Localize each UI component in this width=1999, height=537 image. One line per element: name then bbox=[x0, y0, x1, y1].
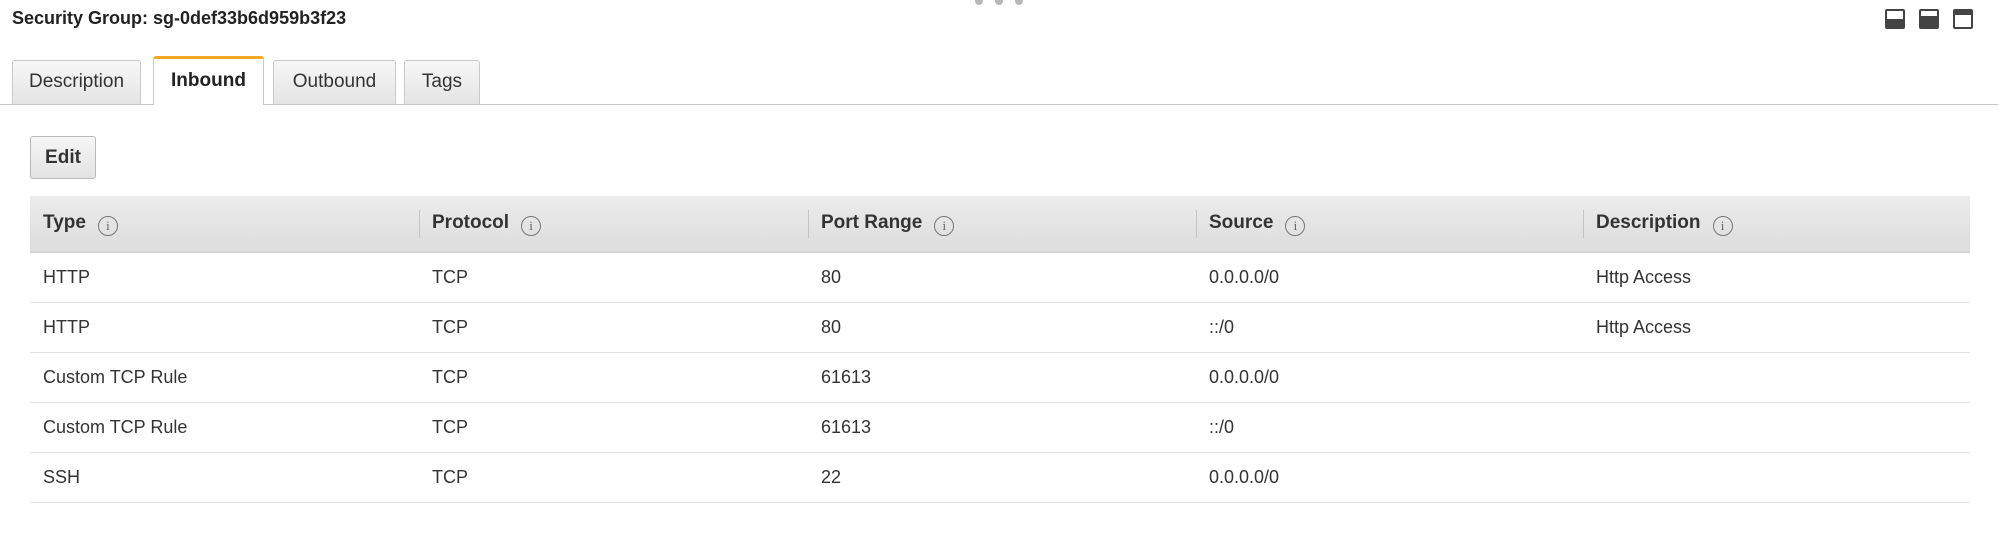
column-header-source[interactable]: Source i bbox=[1196, 196, 1583, 253]
edit-button[interactable]: Edit bbox=[30, 136, 96, 179]
grip-dot bbox=[995, 0, 1003, 5]
table-row[interactable]: HTTP TCP 80 0.0.0.0/0 Http Access bbox=[30, 252, 1970, 303]
cell-source: 0.0.0.0/0 bbox=[1196, 452, 1583, 503]
resize-grip[interactable] bbox=[975, 0, 1023, 6]
inbound-rules-table: Type i Protocol i Port Range i Source i Desc… bbox=[30, 196, 1970, 503]
column-header-protocol[interactable]: Protocol i bbox=[419, 196, 808, 253]
column-header-type[interactable]: Type i bbox=[30, 196, 419, 253]
cell-type: SSH bbox=[30, 452, 419, 503]
tab-bar: Description Inbound Outbound Tags bbox=[0, 56, 1998, 105]
info-icon[interactable]: i bbox=[1285, 216, 1306, 236]
column-header-port-range[interactable]: Port Range i bbox=[808, 196, 1196, 253]
cell-source: 0.0.0.0/0 bbox=[1196, 252, 1583, 303]
cell-port-range: 61613 bbox=[808, 402, 1196, 453]
cell-description: Http Access bbox=[1583, 252, 1970, 303]
column-header-label: Source bbox=[1209, 212, 1274, 233]
info-icon[interactable]: i bbox=[1712, 216, 1733, 236]
table-row[interactable]: Custom TCP Rule TCP 61613 0.0.0.0/0 bbox=[30, 352, 1970, 403]
panel-layout-controls bbox=[1885, 9, 1973, 29]
column-header-label: Port Range bbox=[821, 212, 923, 233]
cell-protocol: TCP bbox=[419, 452, 808, 503]
cell-source: ::/0 bbox=[1196, 302, 1583, 353]
panel-top-icon[interactable] bbox=[1953, 9, 1973, 29]
column-header-label: Type bbox=[43, 212, 86, 233]
cell-description bbox=[1583, 452, 1970, 503]
cell-protocol: TCP bbox=[419, 252, 808, 303]
tab-outbound[interactable]: Outbound bbox=[273, 60, 396, 104]
cell-description bbox=[1583, 402, 1970, 453]
cell-protocol: TCP bbox=[419, 402, 808, 453]
info-icon[interactable]: i bbox=[934, 216, 955, 236]
column-header-description[interactable]: Description i bbox=[1583, 196, 1970, 253]
cell-protocol: TCP bbox=[419, 352, 808, 403]
cell-port-range: 80 bbox=[808, 252, 1196, 303]
grip-dot bbox=[1015, 0, 1023, 5]
cell-type: Custom TCP Rule bbox=[30, 352, 419, 403]
cell-port-range: 61613 bbox=[808, 352, 1196, 403]
cell-protocol: TCP bbox=[419, 302, 808, 353]
cell-type: HTTP bbox=[30, 252, 419, 303]
tab-tags[interactable]: Tags bbox=[404, 60, 480, 104]
cell-description: Http Access bbox=[1583, 302, 1970, 353]
cell-type: Custom TCP Rule bbox=[30, 402, 419, 453]
table-row[interactable]: SSH TCP 22 0.0.0.0/0 bbox=[30, 452, 1970, 503]
tab-description[interactable]: Description bbox=[12, 60, 141, 104]
cell-description bbox=[1583, 352, 1970, 403]
table-row[interactable]: Custom TCP Rule TCP 61613 ::/0 bbox=[30, 402, 1970, 453]
cell-source: ::/0 bbox=[1196, 402, 1583, 453]
table-row[interactable]: HTTP TCP 80 ::/0 Http Access bbox=[30, 302, 1970, 353]
cell-type: HTTP bbox=[30, 302, 419, 353]
info-icon[interactable]: i bbox=[521, 216, 542, 236]
cell-port-range: 80 bbox=[808, 302, 1196, 353]
page-title: Security Group: sg-0def33b6d959b3f23 bbox=[12, 8, 347, 28]
cell-port-range: 22 bbox=[808, 452, 1196, 503]
column-header-label: Description bbox=[1596, 212, 1701, 233]
table-header-row: Type i Protocol i Port Range i Source i Desc… bbox=[30, 196, 1970, 253]
info-icon[interactable]: i bbox=[97, 216, 118, 236]
column-header-label: Protocol bbox=[432, 212, 510, 233]
grip-dot bbox=[975, 0, 983, 5]
panel-half-icon[interactable] bbox=[1919, 9, 1939, 29]
cell-source: 0.0.0.0/0 bbox=[1196, 352, 1583, 403]
panel-bottom-icon[interactable] bbox=[1885, 9, 1905, 29]
tab-inbound[interactable]: Inbound bbox=[153, 56, 264, 105]
